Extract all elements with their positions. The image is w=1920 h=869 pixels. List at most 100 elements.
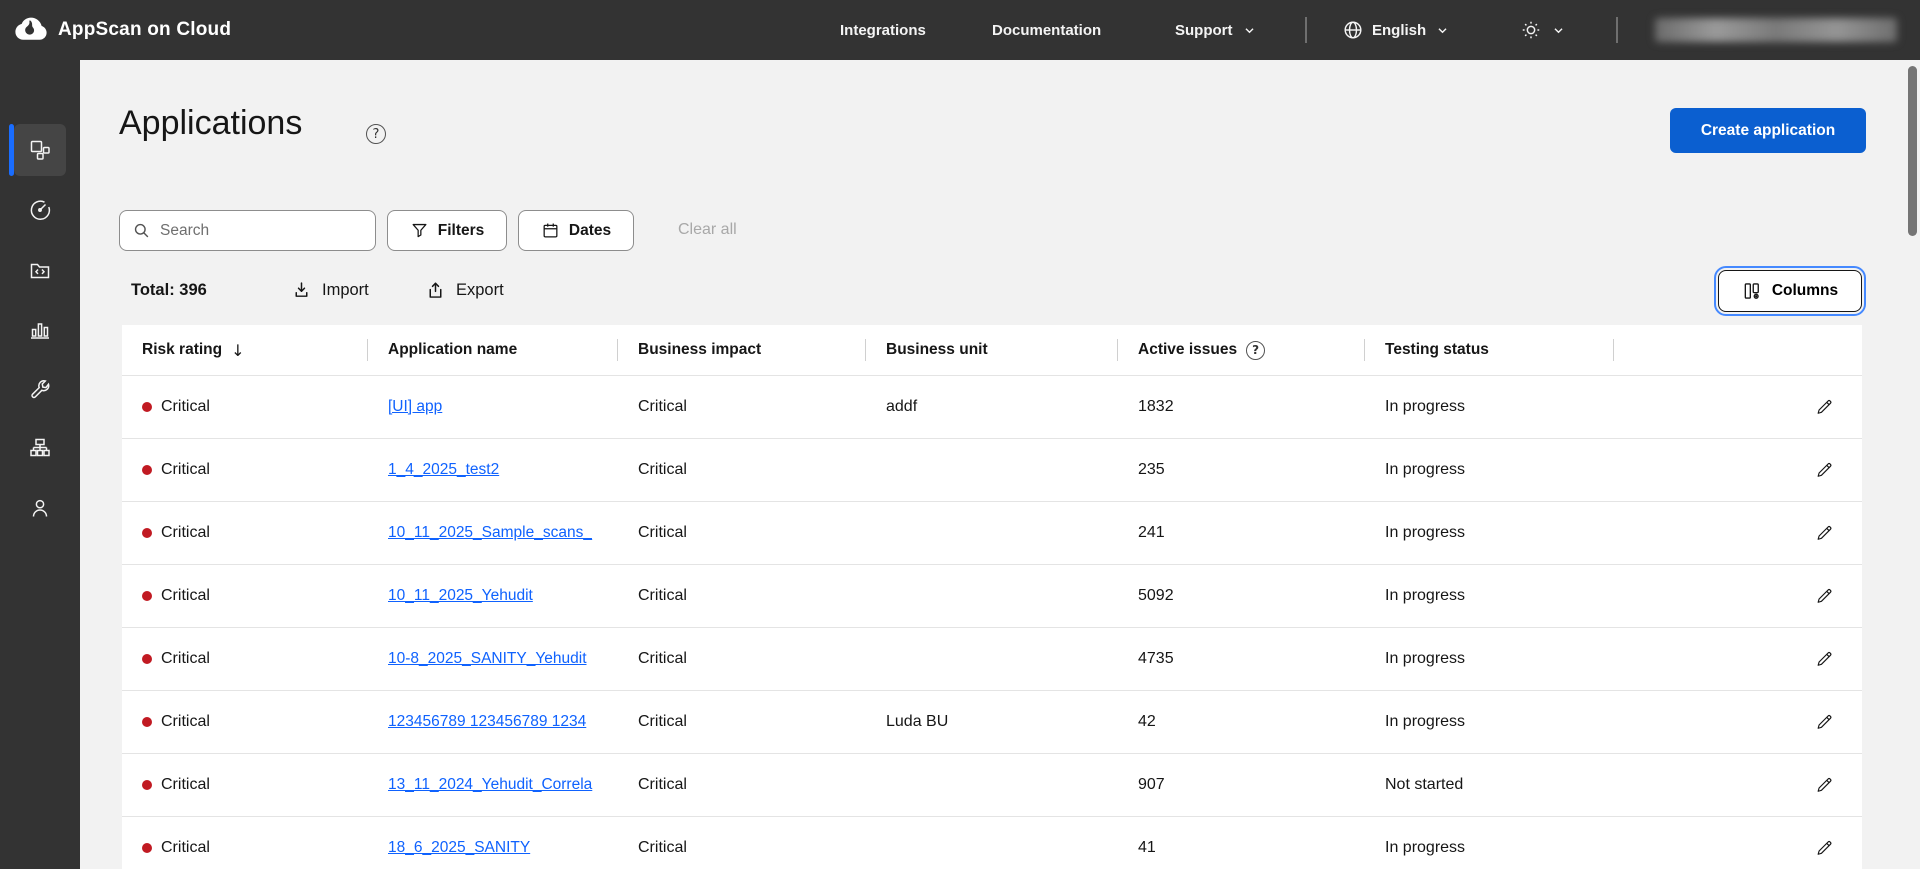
edit-icon[interactable] — [1814, 586, 1834, 606]
application-name-cell: 10_11_2025_Sample_scans_ — [368, 524, 618, 542]
search-input[interactable] — [160, 221, 340, 240]
risk-rating-value: Critical — [161, 587, 210, 604]
testing-status-value: In progress — [1385, 524, 1466, 541]
table-row: Critical 123456789 123456789 1234 Critic… — [122, 690, 1862, 753]
user-account-menu-redacted[interactable] — [1655, 18, 1897, 42]
chevron-down-icon — [1434, 22, 1451, 39]
active-issues-value: 235 — [1138, 461, 1165, 478]
sidebar-item-code-projects[interactable] — [0, 242, 80, 298]
sidebar-item-applications[interactable] — [0, 122, 80, 178]
active-issues-value: 907 — [1138, 776, 1165, 793]
actions-cell — [1614, 775, 1862, 795]
application-link[interactable]: 10_11_2025_Yehudit — [388, 587, 533, 605]
risk-rating-value: Critical — [161, 776, 210, 793]
business-impact-value: Critical — [638, 398, 687, 415]
critical-dot-icon — [142, 591, 152, 601]
application-link[interactable]: 10-8_2025_SANITY_Yehudit — [388, 650, 587, 668]
sort-descending-icon[interactable]: ↓ — [231, 341, 244, 360]
business-impact-value: Critical — [638, 587, 687, 604]
sidebar-item-scans[interactable] — [0, 182, 80, 238]
export-button[interactable]: Export — [425, 274, 504, 306]
sidebar-item-users[interactable] — [0, 480, 80, 536]
edit-icon[interactable] — [1814, 712, 1834, 732]
edit-icon[interactable] — [1814, 523, 1834, 543]
edit-icon[interactable] — [1814, 775, 1834, 795]
active-issues-value: 1832 — [1138, 398, 1174, 415]
risk-rating-cell: Critical — [122, 713, 368, 731]
language-selector[interactable]: English — [1342, 0, 1451, 60]
testing-status-value: In progress — [1385, 713, 1466, 730]
active-issues-value: 4735 — [1138, 650, 1174, 667]
actions-cell — [1614, 649, 1862, 669]
application-link[interactable]: 18_6_2025_SANITY — [388, 839, 530, 857]
business-unit-value: addf — [886, 398, 918, 415]
application-name-cell: 123456789 123456789 1234 — [368, 713, 618, 731]
chevron-down-icon — [1241, 22, 1258, 39]
column-header-business-impact[interactable]: Business impact — [618, 325, 866, 375]
left-sidebar — [0, 60, 80, 869]
table-body: Critical [UI] app Critical addf 1832 In … — [122, 375, 1862, 869]
table-row: Critical 10_11_2025_Sample_scans_ Critic… — [122, 501, 1862, 564]
nav-support[interactable]: Support — [1175, 0, 1258, 60]
business-impact-value: Critical — [638, 776, 687, 793]
actions-cell — [1614, 712, 1862, 732]
actions-cell — [1614, 586, 1862, 606]
business-impact-value: Critical — [638, 713, 687, 730]
edit-icon[interactable] — [1814, 460, 1834, 480]
application-link[interactable]: 13_11_2024_Yehudit_Correla — [388, 776, 592, 794]
actions-cell — [1614, 838, 1862, 858]
critical-dot-icon — [142, 402, 152, 412]
edit-icon[interactable] — [1814, 397, 1834, 417]
application-link[interactable]: 1_4_2025_test2 — [388, 461, 499, 479]
business-impact-value: Critical — [638, 461, 687, 478]
create-application-button[interactable]: Create application — [1670, 108, 1866, 153]
applications-table: Risk rating ↓ Application name Business … — [122, 325, 1862, 869]
sidebar-item-reports[interactable] — [0, 301, 80, 357]
vertical-scrollbar-thumb[interactable] — [1908, 66, 1917, 236]
risk-rating-cell: Critical — [122, 839, 368, 857]
chevron-down-icon — [1550, 22, 1567, 39]
nav-integrations[interactable]: Integrations — [840, 0, 926, 60]
application-link[interactable]: [UI] app — [388, 398, 442, 416]
risk-rating-value: Critical — [161, 524, 210, 541]
risk-rating-value: Critical — [161, 839, 210, 856]
page-help-icon[interactable]: ? — [366, 124, 386, 144]
column-header-actions — [1614, 325, 1862, 375]
dates-button[interactable]: Dates — [518, 210, 634, 251]
sidebar-item-tools[interactable] — [0, 361, 80, 417]
sidebar-item-organization[interactable] — [0, 420, 80, 476]
nav-documentation[interactable]: Documentation — [992, 0, 1101, 60]
import-button[interactable]: Import — [291, 274, 369, 306]
clear-all-button[interactable]: Clear all — [678, 221, 737, 239]
brand-name: AppScan on Cloud — [58, 19, 232, 40]
business-impact-value: Critical — [638, 524, 687, 541]
risk-rating-value: Critical — [161, 650, 210, 667]
search-icon — [132, 221, 151, 240]
code-projects-icon — [14, 244, 66, 296]
testing-status-value: In progress — [1385, 461, 1466, 478]
total-count: Total: 396 — [131, 281, 207, 299]
column-header-risk-rating[interactable]: Risk rating ↓ — [122, 325, 368, 375]
application-name-cell: 1_4_2025_test2 — [368, 461, 618, 479]
edit-icon[interactable] — [1814, 649, 1834, 669]
application-link[interactable]: 10_11_2025_Sample_scans_ — [388, 524, 592, 542]
critical-dot-icon — [142, 717, 152, 727]
column-header-business-unit[interactable]: Business unit — [866, 325, 1118, 375]
export-upload-icon — [425, 280, 446, 301]
active-issues-value: 241 — [1138, 524, 1165, 541]
column-header-testing-status[interactable]: Testing status — [1365, 325, 1614, 375]
column-header-active-issues[interactable]: Active issues ? — [1118, 325, 1365, 375]
edit-icon[interactable] — [1814, 838, 1834, 858]
critical-dot-icon — [142, 843, 152, 853]
testing-status-value: In progress — [1385, 587, 1466, 604]
filters-button[interactable]: Filters — [387, 210, 507, 251]
theme-selector[interactable] — [1520, 0, 1567, 60]
application-link[interactable]: 123456789 123456789 1234 — [388, 713, 586, 731]
column-header-application-name[interactable]: Application name — [368, 325, 618, 375]
testing-status-value: In progress — [1385, 839, 1466, 856]
application-name-cell: 18_6_2025_SANITY — [368, 839, 618, 857]
critical-dot-icon — [142, 465, 152, 475]
tools-wrench-icon — [14, 363, 66, 415]
active-issues-help-icon[interactable]: ? — [1246, 340, 1266, 360]
columns-button[interactable]: Columns — [1714, 266, 1866, 316]
